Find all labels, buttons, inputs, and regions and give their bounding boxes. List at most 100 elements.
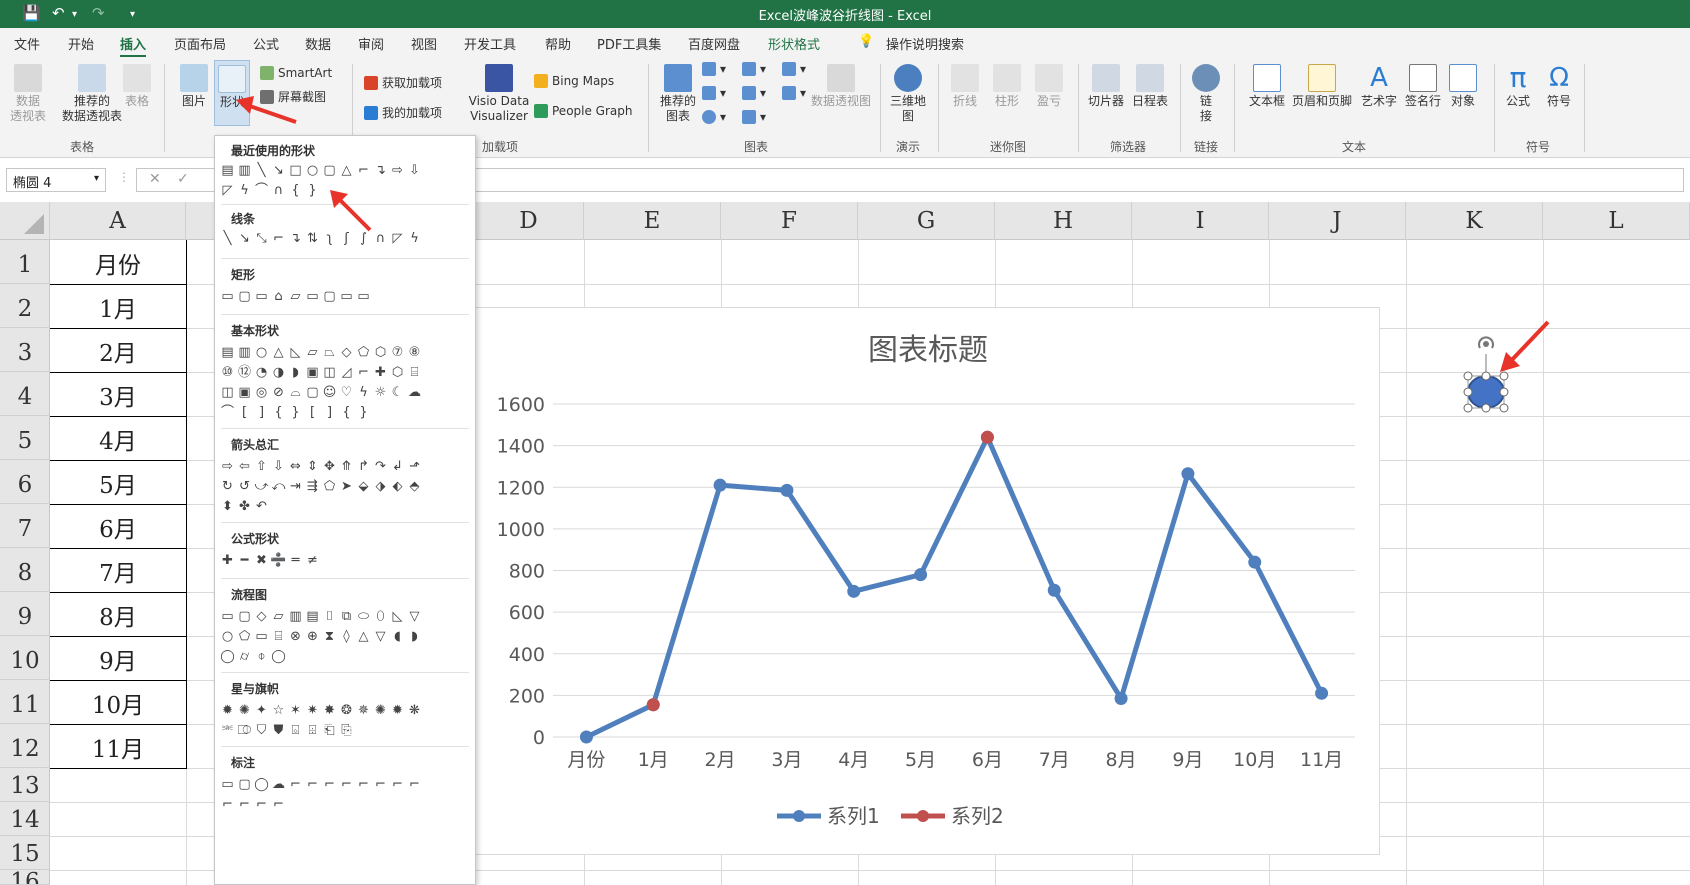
tab-pdf-tools[interactable]: PDF工具集: [597, 34, 661, 53]
pivotchart-button[interactable]: 数据透视图: [810, 64, 872, 109]
textbox-button[interactable]: 文本框: [1244, 64, 1290, 109]
row-header[interactable]: 16: [0, 870, 50, 885]
tab-review[interactable]: 审阅: [358, 34, 384, 53]
smartart-button[interactable]: SmartArt: [260, 66, 332, 80]
tab-formulas[interactable]: 公式: [253, 34, 279, 53]
people-graph-button[interactable]: People Graph: [534, 104, 633, 118]
column-header-a[interactable]: A: [50, 202, 186, 240]
column-header-j[interactable]: J: [1269, 202, 1406, 240]
name-box-dropdown-icon[interactable]: ▾: [94, 173, 99, 184]
snip-round-rectangle-icon[interactable]: ▭: [304, 288, 321, 305]
formula-input[interactable]: [474, 168, 1684, 192]
row-header[interactable]: 5: [0, 416, 50, 460]
triangle-shape-icon[interactable]: △: [338, 162, 355, 179]
row-header[interactable]: 3: [0, 328, 50, 372]
rounded-rectangle-shape-icon[interactable]: ▢: [236, 288, 253, 305]
tab-baidu-netdisk[interactable]: 百度网盘: [688, 34, 740, 53]
row-header[interactable]: 2: [0, 284, 50, 328]
line-chart-button[interactable]: ▾: [702, 86, 726, 100]
cell-a8[interactable]: 7月: [50, 554, 186, 588]
arrow-line-shape-icon[interactable]: ↘: [270, 162, 287, 179]
timeline-button[interactable]: 日程表: [1130, 64, 1170, 109]
waterfall-chart-button[interactable]: ▾: [782, 62, 806, 76]
divide-shape-icon[interactable]: ➗: [270, 552, 287, 569]
scatter-chart-button[interactable]: ▾: [742, 110, 766, 124]
line-shape-icon[interactable]: ╲: [253, 162, 270, 179]
my-addins-button[interactable]: 我的加载项: [364, 104, 442, 121]
freeform-shape-icon[interactable]: ◸: [219, 182, 236, 199]
tab-file[interactable]: 文件: [14, 34, 40, 53]
multiply-shape-icon[interactable]: ✖: [253, 552, 270, 569]
tab-page-layout[interactable]: 页面布局: [174, 34, 226, 53]
header-footer-button[interactable]: 页眉和页脚: [1290, 64, 1354, 109]
rectangle-shape-icon[interactable]: ▭: [219, 288, 236, 305]
arc-shape-icon[interactable]: ⌒: [253, 182, 270, 199]
symbol-button[interactable]: Ω 符号: [1542, 64, 1576, 109]
elbow-arrow-connector-icon[interactable]: ↴: [287, 230, 304, 247]
cell-a7[interactable]: 6月: [50, 510, 186, 544]
column-header-l[interactable]: L: [1543, 202, 1690, 240]
row-header[interactable]: 8: [0, 548, 50, 592]
statistic-chart-button[interactable]: ▾: [742, 86, 766, 100]
scribble-shape-icon[interactable]: ϟ: [236, 182, 253, 199]
cell-a5[interactable]: 4月: [50, 422, 186, 456]
row-header[interactable]: 14: [0, 802, 50, 836]
pie-chart-button[interactable]: ▾: [702, 110, 726, 124]
snip-diagonal-rectangle-icon[interactable]: ▱: [287, 288, 304, 305]
curve-shape-icon[interactable]: ∩: [270, 182, 287, 199]
line-chart[interactable]: 图表标题 0 200 400 600 800 1000 1200 1400 1600 月份 1月 2月 3…: [474, 307, 1380, 855]
elbow-connector-icon[interactable]: ⌐: [355, 162, 372, 179]
rounded-rectangle-shape-icon[interactable]: ▢: [321, 162, 338, 179]
row-header[interactable]: 9: [0, 592, 50, 636]
column-header-k[interactable]: K: [1406, 202, 1543, 240]
hierarchy-chart-button[interactable]: ▾: [742, 62, 766, 76]
plus-shape-icon[interactable]: ✚: [219, 552, 236, 569]
row-header[interactable]: 6: [0, 460, 50, 504]
cell-a3[interactable]: 2月: [50, 334, 186, 368]
select-all-button[interactable]: [0, 202, 50, 240]
recommended-pivottable-button[interactable]: 推荐的 数据透视表: [62, 64, 122, 124]
cancel-icon[interactable]: ✕: [149, 171, 161, 187]
elbow-connector-icon[interactable]: ⌐: [270, 230, 287, 247]
tab-insert[interactable]: 插入: [120, 34, 147, 57]
arrow-line-shape-icon[interactable]: ↘: [236, 230, 253, 247]
vertical-textbox-shape-icon[interactable]: ▥: [236, 162, 253, 179]
3d-map-button[interactable]: 三维地 图: [888, 64, 928, 124]
object-button[interactable]: 对象: [1446, 64, 1480, 109]
slicer-button[interactable]: 切片器: [1086, 64, 1126, 109]
bing-maps-button[interactable]: Bing Maps: [534, 74, 614, 88]
elbow-arrow-connector-icon[interactable]: ↴: [372, 162, 389, 179]
cell-a1[interactable]: 月份: [50, 246, 186, 280]
recommended-charts-button[interactable]: 推荐的 图表: [658, 64, 698, 124]
row-header[interactable]: 7: [0, 504, 50, 548]
pivottable-button[interactable]: 数据 透视表: [8, 64, 48, 124]
equal-shape-icon[interactable]: ═: [287, 552, 304, 569]
tab-view[interactable]: 视图: [411, 34, 437, 53]
column-header-f[interactable]: F: [721, 202, 858, 240]
tab-shape-format[interactable]: 形状格式: [768, 34, 820, 53]
row-header[interactable]: 1: [0, 240, 50, 284]
row-header[interactable]: 4: [0, 372, 50, 416]
snip-corner-rectangle-icon[interactable]: ▭: [253, 288, 270, 305]
row-header[interactable]: 10: [0, 636, 50, 680]
round-corner-rectangle-icon[interactable]: ▢: [321, 288, 338, 305]
not-equal-shape-icon[interactable]: ≠: [304, 552, 321, 569]
left-brace-shape-icon[interactable]: {: [287, 182, 304, 199]
line-shape-icon[interactable]: ╲: [219, 230, 236, 247]
down-arrow-shape-icon[interactable]: ⇩: [406, 162, 423, 179]
cell-a12[interactable]: 11月: [50, 730, 186, 764]
row-header[interactable]: 11: [0, 680, 50, 724]
minus-shape-icon[interactable]: ━: [236, 552, 253, 569]
name-box[interactable]: 椭圆 4 ▾: [6, 168, 106, 192]
round-same-side-rectangle-icon[interactable]: ▭: [338, 288, 355, 305]
row-header[interactable]: 15: [0, 836, 50, 870]
snip-same-side-rectangle-icon[interactable]: ⌂: [270, 288, 287, 305]
scribble-shape-icon[interactable]: ϟ: [406, 230, 423, 247]
tab-help[interactable]: 帮助: [545, 34, 571, 53]
cell-a9[interactable]: 8月: [50, 598, 186, 632]
sparkline-winloss-button[interactable]: 盈亏: [1032, 64, 1066, 109]
oval-shape-icon[interactable]: ○: [304, 162, 321, 179]
link-button[interactable]: 链 接: [1188, 64, 1224, 124]
picture-button[interactable]: 图片: [178, 64, 210, 109]
elbow-double-arrow-icon[interactable]: ⇅: [304, 230, 321, 247]
